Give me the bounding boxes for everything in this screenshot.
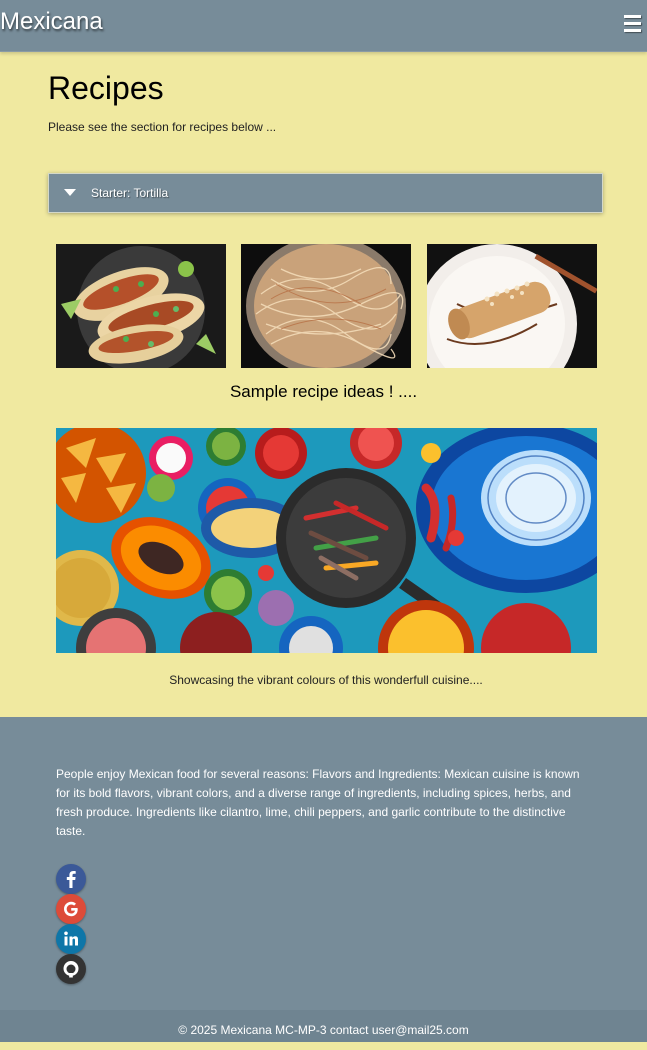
top-navbar: Mexicana [0, 0, 647, 52]
github-icon [63, 961, 79, 978]
brand-logo[interactable]: Mexicana [0, 8, 103, 36]
banner-caption: Showcasing the vibrant colours of this w… [169, 673, 483, 687]
linkedin-link[interactable] [56, 924, 86, 954]
sample-caption: Sample recipe ideas ! .... [229, 382, 418, 401]
google-link[interactable] [56, 894, 86, 924]
copyright-bar: © 2025 Mexicana MC-MP-3 contact user@mai… [0, 1010, 647, 1042]
hamburger-menu-icon[interactable] [624, 15, 641, 32]
page-title: Recipes [48, 70, 164, 106]
mexican-food-banner-image [56, 428, 597, 653]
caret-down-icon [64, 189, 76, 196]
github-link[interactable] [56, 954, 86, 984]
crepe-dessert-image [427, 244, 597, 368]
footer-description: People enjoy Mexican food for several re… [56, 767, 580, 838]
google-icon [64, 901, 78, 917]
noodles-image [241, 244, 411, 368]
linkedin-icon [64, 931, 78, 946]
intro-text: Please see the section for recipes below… [48, 120, 277, 134]
tacos-image [56, 244, 226, 368]
facebook-link[interactable] [56, 864, 86, 894]
footer: People enjoy Mexican food for several re… [0, 717, 647, 1010]
accordion-label: Starter: Tortilla [91, 186, 169, 200]
accordion-starter-tortilla[interactable]: Starter: Tortilla [48, 173, 603, 213]
facebook-icon [66, 871, 76, 888]
